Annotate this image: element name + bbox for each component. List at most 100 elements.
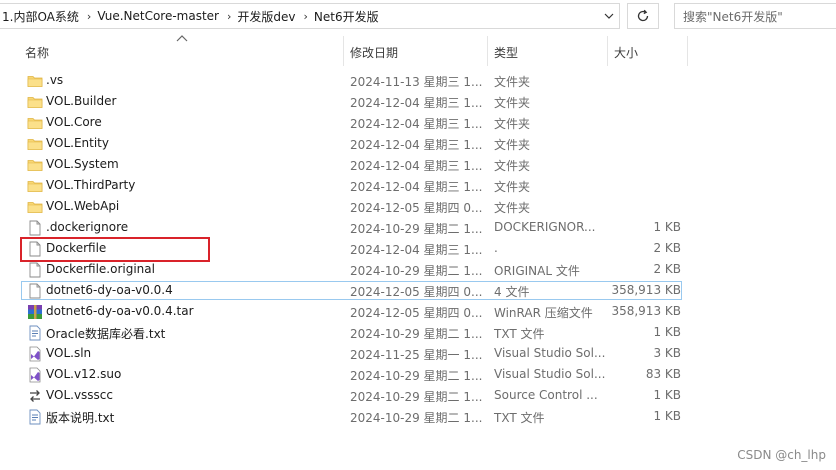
- breadcrumb-dev[interactable]: 开发版dev: [233, 8, 301, 25]
- breadcrumb-oa-system[interactable]: 1.内部OA系统: [0, 8, 85, 25]
- file-row[interactable]: dotnet6-dy-oa-v0.0.4.tar 2024-12-05 星期四 0…: [0, 301, 836, 322]
- file-name[interactable]: dotnet6-dy-oa-v0.0.4: [46, 283, 173, 297]
- file-size: 358,913 KB: [611, 304, 681, 318]
- breadcrumb-chevron-icon[interactable]: ›: [302, 10, 310, 23]
- file-type: .: [494, 241, 498, 255]
- file-type: Visual Studio Sol...: [494, 346, 606, 360]
- file-type: WinRAR 压缩文件: [494, 306, 593, 320]
- file-name[interactable]: dotnet6-dy-oa-v0.0.4.tar: [46, 304, 194, 318]
- folder-icon: [27, 199, 43, 215]
- file-size: 2 KB: [653, 262, 681, 276]
- column-divider[interactable]: [607, 36, 608, 66]
- file-row[interactable]: VOL.ThirdParty 2024-12-04 星期三 1... 文件夹: [0, 175, 836, 196]
- file-modified-date: 2024-11-25 星期一 1...: [350, 348, 483, 362]
- refresh-button[interactable]: [627, 3, 659, 29]
- breadcrumb-chevron-icon[interactable]: ›: [85, 10, 93, 23]
- file-type: Visual Studio Sol...: [494, 367, 606, 381]
- file-name[interactable]: .vs: [46, 73, 63, 87]
- highlight-annotation-box: [20, 237, 210, 262]
- file-name[interactable]: VOL.Core: [46, 115, 102, 129]
- file-row[interactable]: VOL.vssscc 2024-10-29 星期二 1... Source Cont…: [0, 385, 836, 406]
- file-name[interactable]: VOL.sln: [46, 346, 91, 360]
- file-type: 文件夹: [494, 75, 531, 89]
- file-row[interactable]: .dockerignore 2024-10-29 星期二 1... DOCKERIG…: [0, 217, 836, 238]
- file-row[interactable]: .vs 2024-11-13 星期三 1... 文件夹: [0, 70, 836, 91]
- breadcrumb-net6[interactable]: Net6开发版: [310, 8, 385, 25]
- column-divider[interactable]: [687, 36, 688, 66]
- refresh-icon: [637, 9, 649, 22]
- file-type: 文件夹: [494, 138, 531, 152]
- file-row[interactable]: 版本说明.txt 2024-10-29 星期二 1... TXT 文件 1 KB: [0, 406, 836, 427]
- file-row[interactable]: Oracle数据库必看.txt 2024-10-29 星期二 1... TXT 文件…: [0, 322, 836, 343]
- file-size: 3 KB: [653, 346, 681, 360]
- file-modified-date: 2024-12-05 星期四 0...: [350, 306, 483, 320]
- file-name[interactable]: 版本说明.txt: [46, 409, 114, 426]
- file-row[interactable]: VOL.Builder 2024-12-04 星期三 1... 文件夹: [0, 91, 836, 112]
- column-divider[interactable]: [487, 36, 488, 66]
- file-modified-date: 2024-11-13 星期三 1...: [350, 75, 483, 89]
- folder-icon: [27, 136, 43, 152]
- file-row[interactable]: VOL.System 2024-12-04 星期三 1... 文件夹: [0, 154, 836, 175]
- file-name[interactable]: VOL.ThirdParty: [46, 178, 135, 192]
- folder-icon: [27, 115, 43, 131]
- file-type: TXT 文件: [494, 411, 545, 425]
- file-icon: [27, 283, 43, 299]
- file-name[interactable]: VOL.Entity: [46, 136, 109, 150]
- file-type: DOCKERIGNOR...: [494, 220, 596, 234]
- breadcrumb-chevron-icon[interactable]: ›: [225, 10, 233, 23]
- text-file-icon: [27, 325, 43, 341]
- sort-ascending-icon: [176, 35, 188, 42]
- file-row[interactable]: VOL.v12.suo 2024-10-29 星期二 1... Visual Stu…: [0, 364, 836, 385]
- file-row[interactable]: VOL.sln 2024-11-25 星期一 1... Visual Studio …: [0, 343, 836, 364]
- file-name[interactable]: VOL.v12.suo: [46, 367, 121, 381]
- file-modified-date: 2024-10-29 星期二 1...: [350, 390, 483, 404]
- file-icon: [27, 262, 43, 278]
- file-row[interactable]: Dockerfile.original 2024-10-29 星期二 1... OR…: [0, 259, 836, 280]
- visual-studio-icon: [27, 367, 43, 383]
- breadcrumb-vue-netcore[interactable]: Vue.NetCore-master: [93, 9, 225, 23]
- file-type: 4 文件: [494, 285, 530, 299]
- file-type: ORIGINAL 文件: [494, 264, 580, 278]
- file-name[interactable]: Dockerfile.original: [46, 262, 155, 276]
- file-modified-date: 2024-12-04 星期三 1...: [350, 96, 483, 110]
- search-placeholder: 搜索"Net6开发版": [683, 9, 783, 24]
- file-size: 1 KB: [653, 325, 681, 339]
- column-header-name[interactable]: 名称: [25, 44, 49, 60]
- file-size: 1 KB: [653, 220, 681, 234]
- file-type: Source Control ...: [494, 388, 598, 402]
- column-divider[interactable]: [343, 36, 344, 66]
- file-row[interactable]: VOL.WebApi 2024-12-05 星期四 0... 文件夹: [0, 196, 836, 217]
- source-control-icon: [27, 388, 43, 404]
- file-row[interactable]: VOL.Entity 2024-12-04 星期三 1... 文件夹: [0, 133, 836, 154]
- column-header-type[interactable]: 类型: [494, 44, 518, 60]
- column-header-size[interactable]: 大小: [614, 44, 638, 60]
- file-type: 文件夹: [494, 117, 531, 131]
- file-icon: [27, 220, 43, 236]
- file-name[interactable]: VOL.vssscc: [46, 388, 113, 402]
- file-row[interactable]: dotnet6-dy-oa-v0.0.4 2024-12-05 星期四 0... 4…: [0, 280, 836, 301]
- file-name[interactable]: Oracle数据库必看.txt: [46, 325, 165, 342]
- visual-studio-icon: [27, 346, 43, 362]
- file-modified-date: 2024-12-04 星期三 1...: [350, 180, 483, 194]
- file-name[interactable]: .dockerignore: [46, 220, 128, 234]
- file-name[interactable]: VOL.Builder: [46, 94, 116, 108]
- file-modified-date: 2024-10-29 星期二 1...: [350, 222, 483, 236]
- address-bar[interactable]: 1.内部OA系统 › Vue.NetCore-master › 开发版dev ›…: [0, 3, 620, 29]
- file-modified-date: 2024-10-29 星期二 1...: [350, 264, 483, 278]
- file-type: 文件夹: [494, 159, 531, 173]
- file-size: 2 KB: [653, 241, 681, 255]
- address-history-chevron-down-icon[interactable]: [598, 4, 620, 28]
- file-row[interactable]: VOL.Core 2024-12-04 星期三 1... 文件夹: [0, 112, 836, 133]
- file-name[interactable]: VOL.System: [46, 157, 119, 171]
- column-header-bar: [0, 33, 836, 67]
- file-modified-date: 2024-12-04 星期三 1...: [350, 138, 483, 152]
- file-modified-date: 2024-10-29 星期二 1...: [350, 369, 483, 383]
- file-size: 1 KB: [653, 409, 681, 423]
- search-input[interactable]: 搜索"Net6开发版": [674, 3, 836, 29]
- folder-icon: [27, 178, 43, 194]
- folder-icon: [27, 94, 43, 110]
- file-modified-date: 2024-12-04 星期三 1...: [350, 159, 483, 173]
- file-name[interactable]: VOL.WebApi: [46, 199, 119, 213]
- winrar-icon: [27, 304, 43, 320]
- column-header-date[interactable]: 修改日期: [350, 44, 398, 60]
